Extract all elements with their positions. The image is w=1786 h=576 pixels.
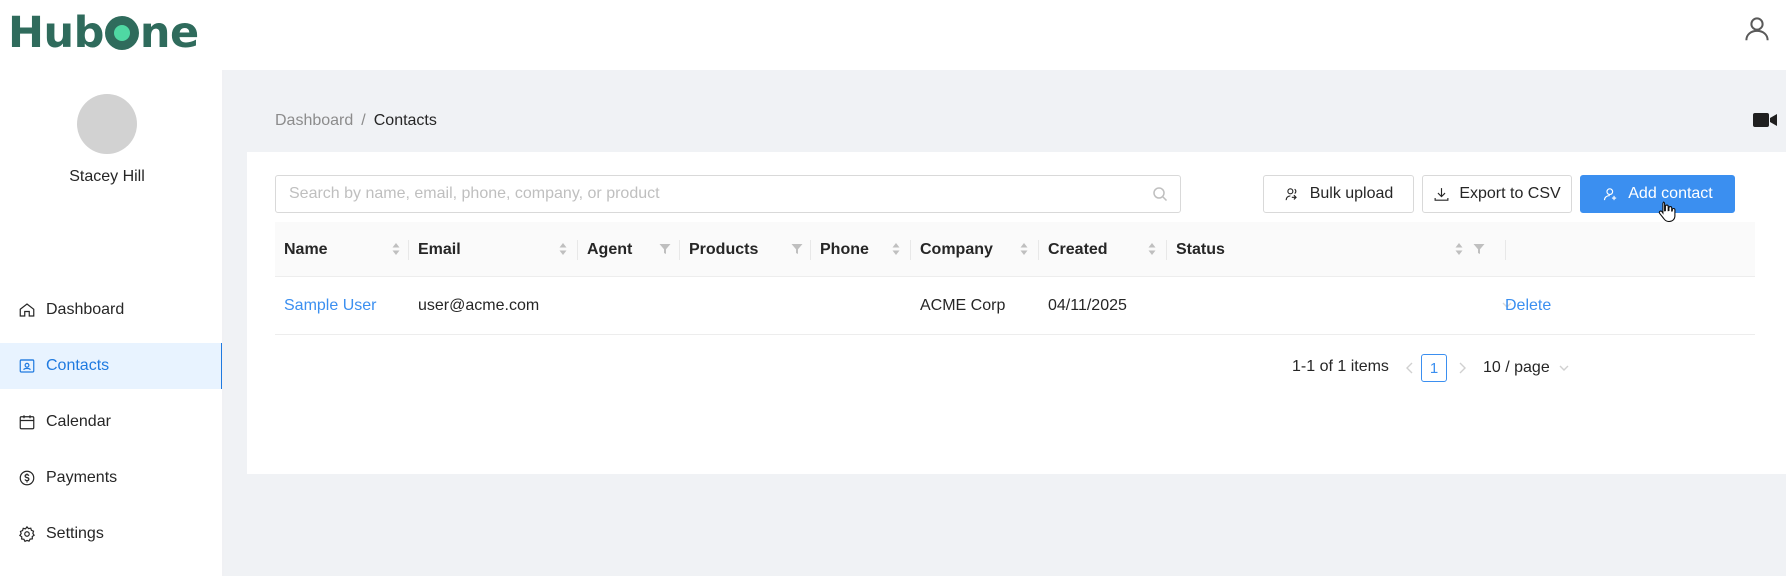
sidebar-item-settings[interactable]: Settings — [0, 511, 224, 557]
contacts-card: Bulk upload Export to CSV Add contact Na… — [247, 152, 1786, 474]
contacts-icon — [19, 359, 35, 373]
logo-text: Hub ne — [8, 8, 199, 58]
cell-agent — [578, 277, 680, 335]
download-icon — [1434, 187, 1449, 201]
main-content: Dashboard / Contacts Bulk upload Export to… — [224, 70, 1786, 576]
search-input[interactable] — [276, 176, 1136, 212]
contact-name-link[interactable]: Sample User — [275, 277, 409, 335]
column-label: Agent — [587, 240, 633, 258]
sidebar-item-label: Dashboard — [46, 301, 125, 318]
column-header-agent[interactable]: Agent — [578, 222, 680, 277]
export-csv-button[interactable]: Export to CSV — [1422, 175, 1572, 213]
cell-status[interactable] — [1167, 277, 1506, 335]
chevron-down-icon — [1559, 365, 1569, 371]
export-csv-label: Export to CSV — [1459, 185, 1561, 202]
cell-products — [680, 277, 811, 335]
column-label: Name — [284, 240, 328, 258]
sidebar-item-contacts[interactable]: Contacts — [0, 343, 224, 389]
chevron-left-icon[interactable] — [1405, 361, 1415, 375]
hubone-logo[interactable]: Hub ne — [8, 8, 199, 58]
page-size-select[interactable]: 10 / page — [1483, 354, 1570, 382]
logo-o-mark — [104, 16, 139, 50]
column-header-phone[interactable]: Phone — [811, 222, 911, 277]
filter-icon[interactable] — [659, 243, 671, 255]
bulk-upload-label: Bulk upload — [1309, 185, 1394, 202]
column-header-company[interactable]: Company — [911, 222, 1039, 277]
sort-icon[interactable] — [1147, 242, 1157, 256]
sort-icon[interactable] — [391, 242, 401, 256]
table-header: Name Email Agent Products Phone Company … — [275, 222, 1755, 277]
video-camera-icon[interactable] — [1752, 110, 1778, 130]
cell-phone — [811, 277, 911, 335]
home-icon — [19, 303, 35, 317]
column-header-email[interactable]: Email — [409, 222, 578, 277]
cell-email: user@acme.com — [418, 297, 540, 314]
cell-created: 04/11/2025 — [1048, 297, 1127, 314]
breadcrumb-link-dashboard[interactable]: Dashboard — [275, 112, 353, 129]
calendar-icon — [19, 415, 35, 430]
filter-icon[interactable] — [791, 243, 803, 255]
sidebar-item-label: Payments — [46, 469, 118, 486]
sort-icon[interactable] — [891, 242, 901, 256]
sidebar-nav: Dashboard Contacts Calendar Payments Set… — [0, 287, 224, 567]
pagination-total: 1-1 of 1 items — [1292, 358, 1389, 375]
gear-icon — [19, 525, 35, 543]
dollar-circle-icon — [19, 470, 35, 486]
table-row: Sample User user@acme.com ACME Corp 04/1… — [275, 277, 1755, 335]
sidebar-item-dashboard[interactable]: Dashboard — [0, 287, 224, 333]
column-label: Phone — [820, 240, 869, 258]
sidebar-item-label: Settings — [46, 525, 104, 542]
breadcrumb-current: Contacts — [373, 112, 437, 129]
avatar — [77, 94, 137, 154]
search-icon[interactable] — [1152, 186, 1168, 202]
sort-icon[interactable] — [1019, 242, 1029, 256]
search-box — [275, 175, 1181, 213]
sidebar-user-name: Stacey Hill — [69, 168, 145, 185]
column-header-name[interactable]: Name — [275, 222, 409, 277]
breadcrumb: Dashboard / Contacts — [275, 112, 437, 130]
pagination-page-current[interactable]: 1 — [1421, 354, 1447, 382]
delete-button[interactable]: Delete — [1505, 277, 1551, 335]
sidebar: Stacey Hill Dashboard Contacts Calendar … — [0, 70, 224, 576]
column-header-products[interactable]: Products — [680, 222, 811, 277]
column-label: Products — [689, 240, 759, 258]
column-label: Status — [1176, 240, 1225, 258]
column-label: Created — [1048, 240, 1108, 258]
sidebar-item-label: Contacts — [46, 357, 110, 374]
pagination: 1-1 of 1 items 1 10 / page — [247, 354, 1786, 382]
sidebar-item-label: Calendar — [46, 413, 111, 430]
column-label: Company — [920, 240, 993, 258]
bulk-upload-button[interactable]: Bulk upload — [1263, 175, 1414, 213]
sort-icon[interactable] — [1454, 242, 1464, 256]
column-divider — [1505, 240, 1506, 260]
hand-cursor-icon — [1658, 201, 1676, 222]
add-user-icon — [1604, 187, 1617, 200]
breadcrumb-separator: / — [361, 112, 366, 129]
top-header: Hub ne — [0, 0, 1786, 70]
sort-icon[interactable] — [558, 242, 568, 256]
sidebar-item-payments[interactable]: Payments — [0, 455, 224, 501]
column-header-created[interactable]: Created — [1039, 222, 1167, 277]
page-size-label: 10 / page — [1483, 359, 1550, 376]
column-header-status[interactable]: Status — [1167, 222, 1506, 277]
column-label: Email — [418, 240, 461, 258]
sidebar-item-calendar[interactable]: Calendar — [0, 399, 224, 445]
chevron-right-icon[interactable] — [1457, 361, 1467, 375]
bulk-users-icon — [1285, 187, 1297, 200]
user-icon[interactable] — [1742, 14, 1772, 44]
filter-icon[interactable] — [1473, 243, 1485, 255]
cell-company: ACME Corp — [920, 297, 1006, 314]
